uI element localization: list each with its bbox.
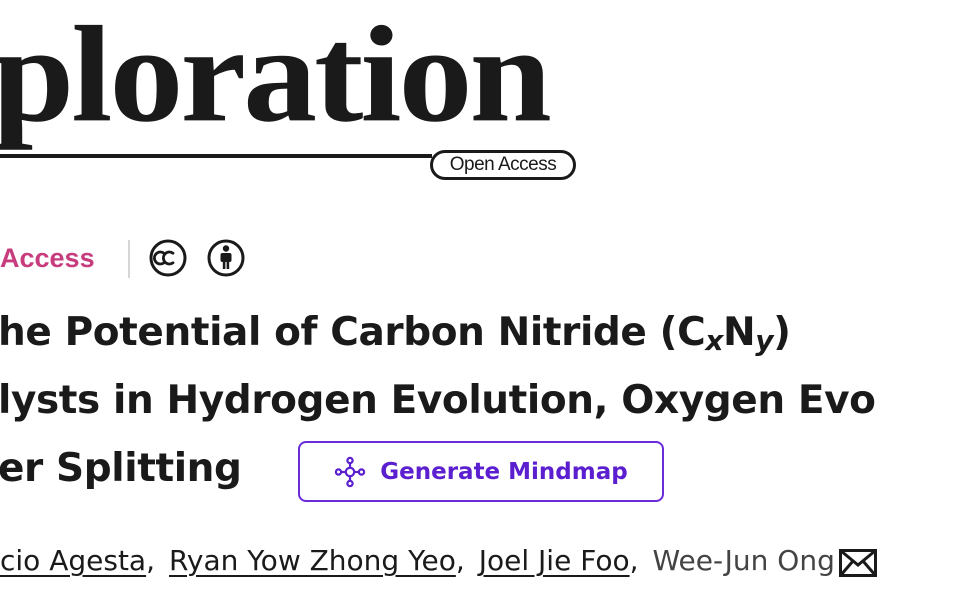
author-link[interactable]: Joel Jie Foo <box>479 544 630 577</box>
author-separator: , <box>629 543 639 577</box>
open-access-badge: Open Access <box>430 150 576 180</box>
open-access-label: Access <box>0 243 95 273</box>
article-title-line-1: he Potential of Carbon Nitride (CxNy) <box>0 310 791 358</box>
author-list: cio Agesta, Ryan Yow Zhong Yeo, Joel Jie… <box>0 543 877 577</box>
article-title-line-3: er Splitting <box>0 446 242 491</box>
access-divider <box>128 240 130 278</box>
author-separator: , <box>146 543 155 577</box>
generate-mindmap-label: Generate Mindmap <box>380 458 628 485</box>
corresponding-author[interactable]: Wee-Jun Ong <box>652 544 834 577</box>
attribution-person-icon[interactable] <box>206 238 246 278</box>
author-separator: , <box>455 543 465 577</box>
author-link[interactable]: Ryan Yow Zhong Yeo <box>169 544 456 577</box>
generate-mindmap-button[interactable]: Generate Mindmap <box>298 441 664 502</box>
author-link[interactable]: cio Agesta <box>0 544 146 577</box>
email-envelope-icon[interactable] <box>838 549 877 577</box>
creative-commons-icon[interactable] <box>148 238 188 278</box>
article-title-line-2: lysts in Hydrogen Evolution, Oxygen Evo <box>0 378 876 423</box>
logo-underline <box>0 154 432 158</box>
mindmap-icon <box>335 456 366 487</box>
journal-logo[interactable]: ploration <box>0 6 552 144</box>
